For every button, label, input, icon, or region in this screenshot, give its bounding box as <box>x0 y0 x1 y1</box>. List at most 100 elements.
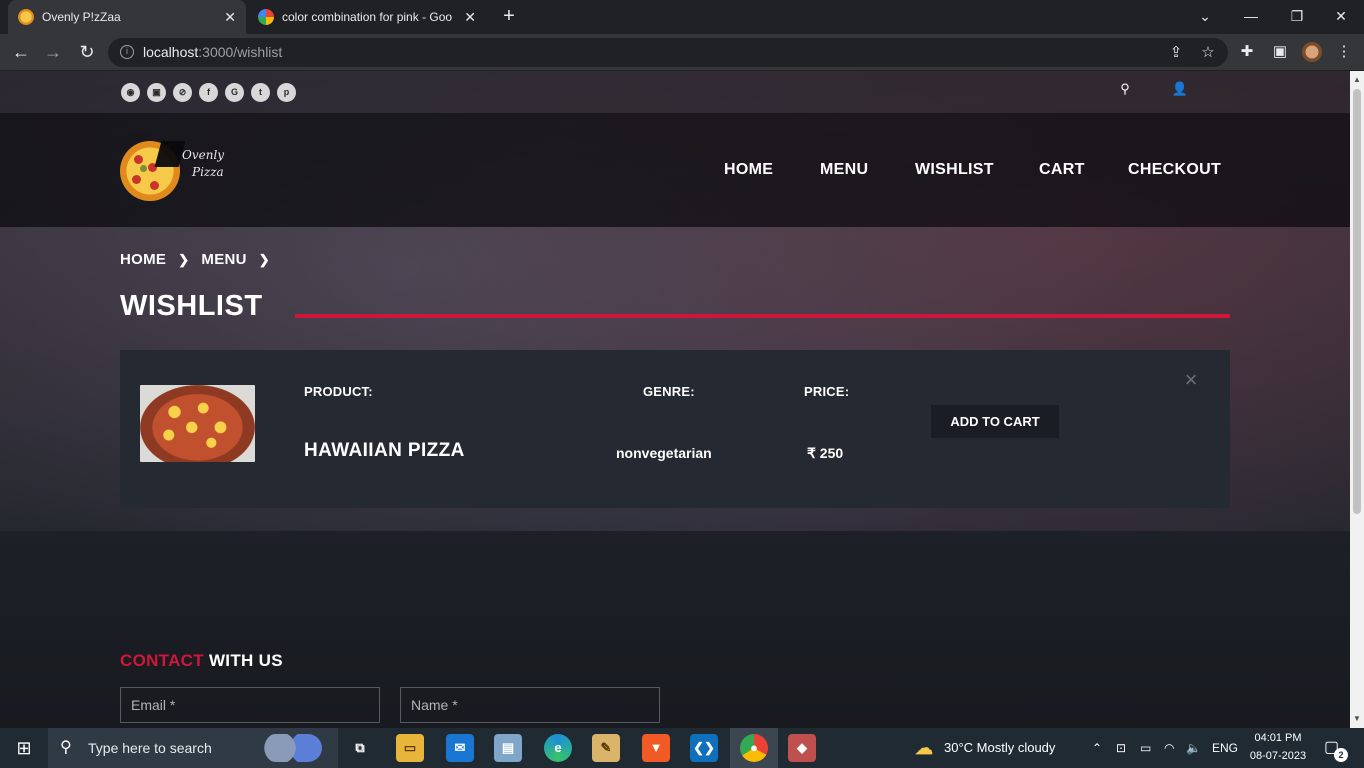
task-view-icon[interactable]: ⧉ <box>346 734 374 762</box>
breadcrumb: HOME ❯ MENU ❯ <box>120 251 282 268</box>
email-field[interactable]: Email * <box>120 687 380 723</box>
genre-header: GENRE: <box>643 384 695 399</box>
show-hidden-icons-chevron-icon[interactable]: ⌃ <box>1092 728 1102 768</box>
clock-date[interactable]: 08-07-2023 <box>1244 750 1312 762</box>
windows-start-icon[interactable]: ⊞ <box>0 728 48 768</box>
mail-icon[interactable]: ✉ <box>446 734 474 762</box>
taskbar-search[interactable]: ⚲ Type here to search <box>48 728 338 768</box>
scrollbar-thumb[interactable] <box>1353 89 1361 514</box>
product-name[interactable]: HAWAIIAN PIZZA <box>304 440 465 462</box>
weather-cloud-sun-icon[interactable]: ☁ <box>910 734 938 762</box>
pizza-favicon-icon <box>18 9 34 25</box>
scroll-down-icon[interactable]: ▼ <box>1350 712 1364 726</box>
chevron-right-icon: ❯ <box>258 252 270 267</box>
reload-icon[interactable]: ↻ <box>74 40 100 66</box>
weather-text[interactable]: 30°C Mostly cloudy <box>944 728 1055 768</box>
contact-heading-rest: WITH US <box>203 651 283 670</box>
remove-item-close-icon[interactable]: × <box>1181 369 1201 391</box>
hawaiian-pizza-image[interactable] <box>140 385 255 462</box>
product-header: PRODUCT: <box>304 384 373 399</box>
tab-title: color combination for pink - Goo <box>282 10 453 24</box>
address-bar[interactable]: i localhost:3000/wishlist <box>108 38 1228 67</box>
forward-icon[interactable]: → <box>40 40 66 66</box>
close-window-icon[interactable]: ✕ <box>1318 0 1364 34</box>
close-tab-icon[interactable]: ✕ <box>464 9 476 26</box>
product-genre: nonvegetarian <box>616 445 712 461</box>
url-path: :3000/wishlist <box>198 44 283 60</box>
tab-title: Ovenly P!zZaa <box>42 10 121 24</box>
language-indicator[interactable]: ENG <box>1212 728 1238 768</box>
twitter-icon[interactable]: t <box>251 83 270 102</box>
edge-icon[interactable]: e <box>544 734 572 762</box>
volume-muted-icon[interactable]: 🔈 <box>1186 728 1201 768</box>
name-field[interactable]: Name * <box>400 687 660 723</box>
restore-icon[interactable]: ❐ <box>1274 0 1320 34</box>
new-tab-icon[interactable]: + <box>498 6 520 28</box>
rss-icon[interactable]: ◉ <box>121 83 140 102</box>
site-info-icon[interactable]: i <box>120 45 134 59</box>
product-price: ₹ 250 <box>807 445 844 461</box>
user-icon[interactable]: 👤 <box>1171 81 1189 99</box>
side-panel-icon[interactable]: ▣ <box>1270 42 1290 62</box>
battery-icon[interactable]: ▭ <box>1140 728 1151 768</box>
nav-wishlist[interactable]: WISHLIST <box>915 161 994 179</box>
notes-app-icon[interactable]: ▤ <box>494 734 522 762</box>
meet-now-icon[interactable]: ⊡ <box>1116 728 1126 768</box>
url-host: localhost <box>143 44 199 60</box>
price-header: PRICE: <box>804 384 850 399</box>
search-icon: ⚲ <box>60 739 72 756</box>
back-icon[interactable]: ← <box>8 40 34 66</box>
breadcrumb-menu[interactable]: MENU <box>201 251 246 268</box>
nav-checkout[interactable]: CHECKOUT <box>1128 161 1221 179</box>
windows-taskbar: ⊞ ⚲ Type here to search ⧉ ▭ ✉ ▤ e ✎ ▼ ❮❯… <box>0 728 1364 768</box>
breadcrumb-home[interactable]: HOME <box>120 251 166 268</box>
file-explorer-icon[interactable]: ▭ <box>396 734 424 762</box>
notifications-badge: 2 <box>1334 748 1348 762</box>
site-logo[interactable]: Ovenly Pizza <box>120 137 240 201</box>
vscode-icon[interactable]: ❮❯ <box>690 734 718 762</box>
browser-toolbar: ← → ↻ i localhost:3000/wishlist ⇪ ☆ ✚ ▣ … <box>0 34 1364 71</box>
clock-time[interactable]: 04:01 PM <box>1244 732 1312 744</box>
paint-icon[interactable]: ✎ <box>592 734 620 762</box>
web-page: ◉ ▣ ⊘ f G t p ⚲ 👤 Ovenly Pizza HOME MENU… <box>0 71 1350 728</box>
chevron-right-icon: ❯ <box>178 252 190 267</box>
contact-heading-accent: CONTACT <box>120 651 204 670</box>
nav-menu[interactable]: MENU <box>820 161 868 179</box>
brave-icon[interactable]: ▼ <box>642 734 670 762</box>
twitch-icon[interactable]: ▣ <box>147 83 166 102</box>
browser-menu-icon[interactable]: ⋮ <box>1334 42 1354 62</box>
share-icon[interactable]: ⇪ <box>1166 43 1186 63</box>
site-header: Ovenly Pizza HOME MENU WISHLIST CART CHE… <box>0 113 1350 227</box>
chrome-icon[interactable]: ● <box>740 734 768 762</box>
page-scrollbar[interactable]: ▲ ▼ <box>1350 71 1364 728</box>
wishlist-item-card: PRODUCT: GENRE: PRICE: HAWAIIAN PIZZA no… <box>120 350 1230 508</box>
nav-cart[interactable]: CART <box>1039 161 1085 179</box>
add-to-cart-button[interactable]: ADD TO CART <box>931 405 1059 438</box>
page-title: WISHLIST <box>120 290 263 322</box>
logo-text: Ovenly Pizza <box>182 148 225 179</box>
bookmark-star-icon[interactable]: ☆ <box>1198 43 1218 63</box>
title-underline <box>295 314 1230 318</box>
close-tab-icon[interactable]: ✕ <box>224 9 236 26</box>
browser-tab-strip: Ovenly P!zZaa ✕ color combination for pi… <box>0 0 1364 34</box>
profile-avatar[interactable] <box>1302 42 1322 62</box>
facebook-icon[interactable]: f <box>199 83 218 102</box>
taskbar-search-placeholder: Type here to search <box>88 740 212 756</box>
search-icon[interactable]: ⚲ <box>1116 81 1134 99</box>
browser-tab[interactable]: color combination for pink - Goo ✕ <box>248 0 486 34</box>
wifi-icon[interactable]: ◠ <box>1164 728 1174 768</box>
google-plus-icon[interactable]: G <box>225 83 244 102</box>
git-icon[interactable]: ◆ <box>788 734 816 762</box>
browser-tab-active[interactable]: Ovenly P!zZaa ✕ <box>8 0 246 34</box>
nav-home[interactable]: HOME <box>724 161 773 179</box>
steam-icon[interactable]: ⊘ <box>173 83 192 102</box>
minimize-icon[interactable]: — <box>1228 0 1274 34</box>
pinterest-icon[interactable]: p <box>277 83 296 102</box>
extensions-icon[interactable]: ✚ <box>1237 42 1257 62</box>
social-top-bar: ◉ ▣ ⊘ f G t p ⚲ 👤 <box>0 71 1350 113</box>
tab-search-chevron-icon[interactable]: ⌄ <box>1182 0 1228 34</box>
contact-heading: CONTACT WITH US <box>120 651 283 671</box>
google-favicon-icon <box>258 9 274 25</box>
scroll-up-icon[interactable]: ▲ <box>1350 73 1364 87</box>
search-highlight-icon <box>262 734 322 762</box>
